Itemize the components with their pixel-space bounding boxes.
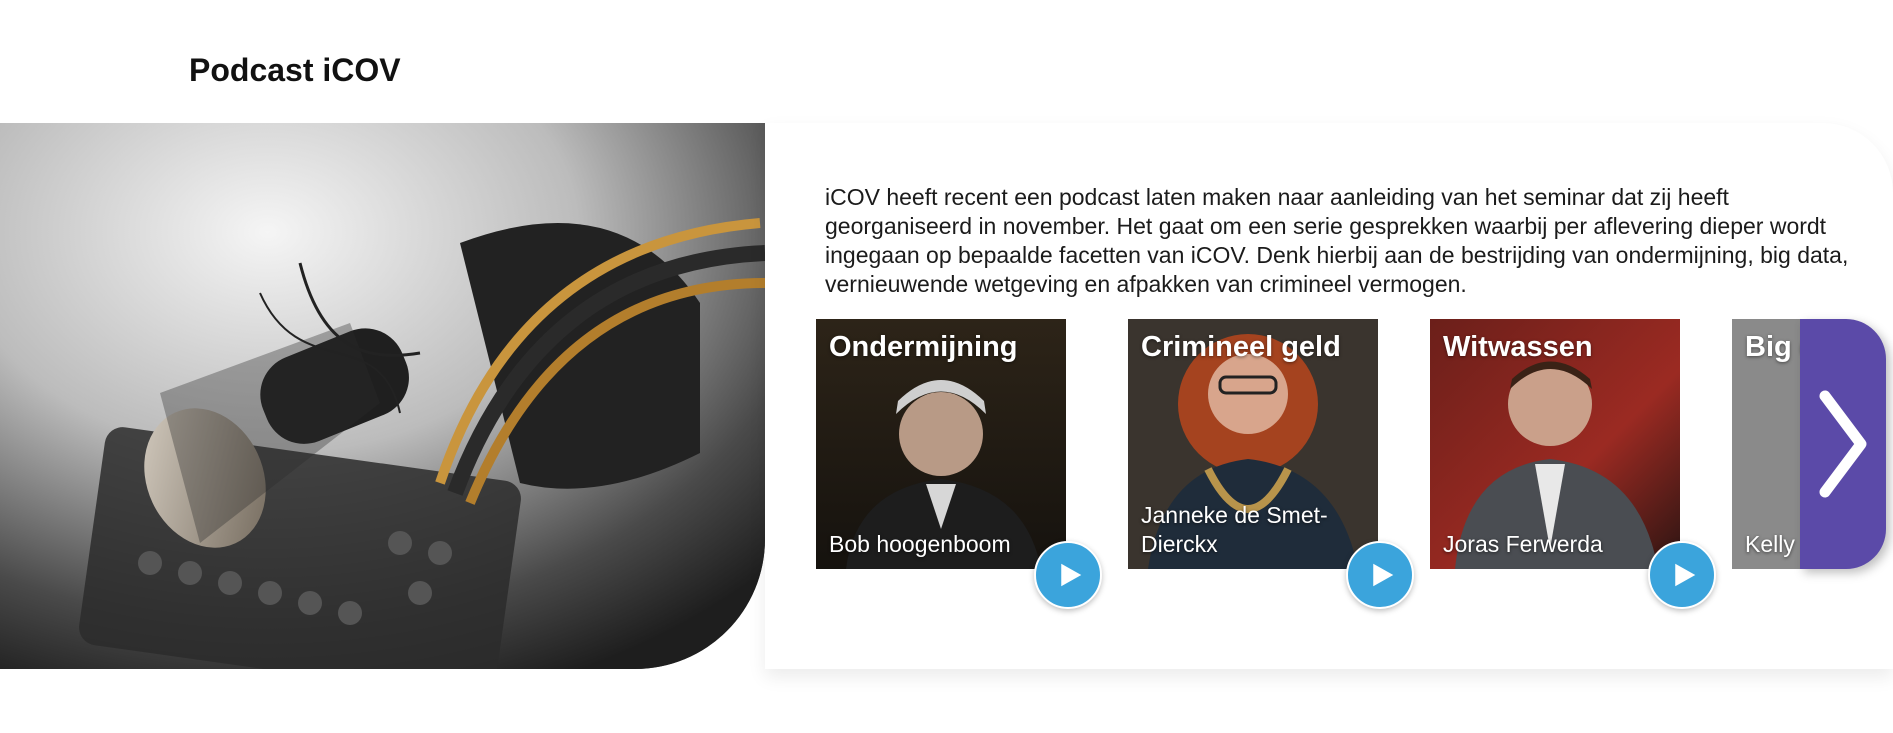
- play-icon: [1061, 563, 1082, 587]
- play-button[interactable]: [1346, 541, 1414, 609]
- episode-card-witwassen[interactable]: Witwassen Joras Ferwerda: [1430, 319, 1716, 609]
- episode-title: Crimineel geld: [1141, 331, 1341, 363]
- episode-guest: Joras Ferwerda: [1443, 531, 1603, 557]
- episode-title: Big d: [1745, 331, 1802, 363]
- episode-guest: Janneke de Smet-Dierckx: [1141, 502, 1328, 557]
- episode-title: Ondermijning: [829, 331, 1018, 363]
- episode-card-ondermijning[interactable]: Ondermijning Bob hoogenboom: [816, 319, 1102, 609]
- episode-guest: Bob hoogenboom: [829, 531, 1011, 557]
- page-title: Podcast iCOV: [189, 52, 401, 88]
- carousel-next-button[interactable]: [1800, 319, 1886, 569]
- chevron-right-icon: [1819, 390, 1867, 498]
- intro-text: iCOV heeft recent een podcast laten make…: [825, 184, 1849, 297]
- podcast-content-card: iCOV heeft recent een podcast laten make…: [765, 123, 1893, 669]
- episode-card-big-data[interactable]: Big d Kelly: [1732, 319, 1802, 569]
- play-button[interactable]: [1034, 541, 1102, 609]
- play-icon: [1675, 563, 1696, 587]
- episode-card-crimineel-geld[interactable]: Crimineel geld Janneke de Smet-Dierckx: [1128, 319, 1414, 609]
- episode-guest: Kelly: [1745, 531, 1795, 557]
- episode-title: Witwassen: [1443, 331, 1593, 363]
- play-icon: [1373, 563, 1394, 587]
- podcast-microphone-image: [0, 123, 765, 669]
- play-button[interactable]: [1648, 541, 1716, 609]
